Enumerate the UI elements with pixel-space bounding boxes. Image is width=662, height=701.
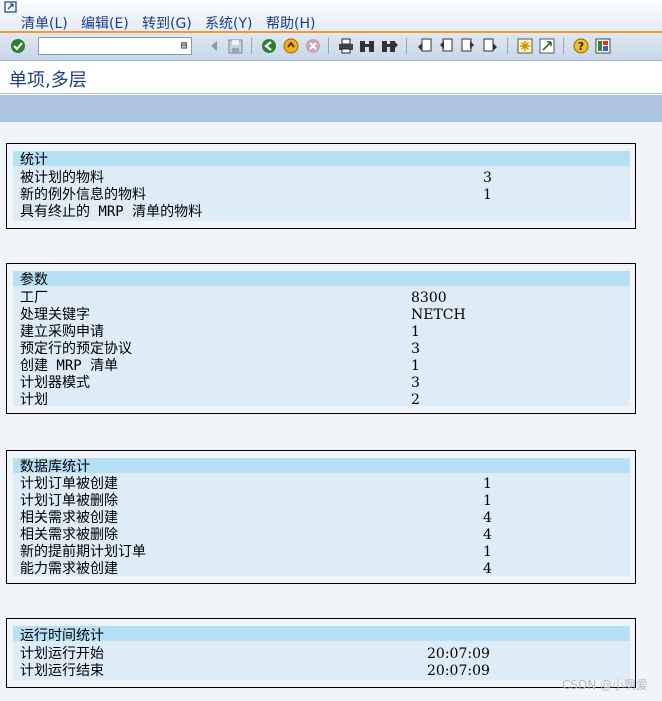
row-value: 4 [483, 527, 492, 543]
previous-page-icon[interactable] [437, 37, 455, 55]
section-heading-bar [13, 626, 630, 641]
row-label: 工厂 [20, 290, 48, 306]
svg-text:?: ? [578, 40, 584, 53]
row-value: 1 [483, 187, 492, 203]
row-value: 1 [411, 358, 420, 374]
app-menu-icon[interactable] [4, 1, 20, 15]
row-label: 新的例外信息的物料 [20, 187, 146, 203]
row-label: 计划运行开始 [20, 646, 104, 662]
section-heading-bar [13, 271, 630, 286]
parameters-panel [13, 271, 630, 406]
toolbar-separator [507, 38, 508, 54]
shortcut-icon[interactable] [538, 37, 556, 55]
menu-system[interactable]: 系统(Y) [205, 13, 252, 33]
row-label: 计划器模式 [20, 375, 90, 391]
row-label: 新的提前期计划订单 [20, 544, 146, 560]
section-title: 数据库统计 [20, 459, 90, 475]
row-value: 1 [483, 493, 492, 509]
find-next-icon[interactable] [381, 37, 399, 55]
section-title: 参数 [20, 272, 48, 288]
row-value: 3 [483, 170, 492, 186]
help-icon[interactable]: ? [572, 37, 590, 55]
find-icon[interactable] [358, 37, 376, 55]
cancel-icon[interactable] [304, 37, 322, 55]
first-page-icon[interactable] [416, 37, 434, 55]
toolbar-separator [328, 38, 329, 54]
row-value: 3 [411, 341, 420, 357]
parameters-section: 参数 工厂 8300 处理关键字 NETCH 建立采购申请 1 预定行的预定协议… [6, 263, 636, 414]
section-title: 运行时间统计 [20, 628, 104, 644]
toolbar-separator [251, 38, 252, 54]
row-label: 预定行的预定协议 [20, 341, 132, 357]
section-heading-bar [13, 458, 630, 473]
application-toolbar [0, 95, 662, 122]
menu-goto[interactable]: 转到(G) [142, 13, 192, 33]
back-icon[interactable] [260, 37, 278, 55]
row-label: 具有终止的 MRP 清单的物料 [20, 204, 203, 220]
row-value: 4 [483, 561, 492, 577]
row-value: 2 [411, 392, 420, 408]
last-page-icon[interactable] [481, 37, 499, 55]
section-heading-bar [13, 151, 630, 166]
runtime-statistics-panel [13, 626, 630, 680]
create-session-icon[interactable] [516, 37, 534, 55]
page-title: 单项,多层 [9, 70, 87, 91]
statistics-section: 统计 被计划的物料 3 新的例外信息的物料 1 具有终止的 MRP 清单的物料 [6, 143, 636, 229]
row-label: 计划 [20, 392, 48, 408]
next-page-icon[interactable] [459, 37, 477, 55]
exit-icon[interactable] [282, 37, 300, 55]
menu-list[interactable]: 清单(L) [21, 13, 68, 33]
enter-check-icon[interactable] [9, 37, 27, 55]
row-value: 1 [483, 544, 492, 560]
row-value: 3 [411, 375, 420, 391]
row-label: 创建 MRP 清单 [20, 358, 119, 374]
title-bar: 单项,多层 [0, 61, 662, 94]
watermark: CSDN @小啊爱 [561, 678, 648, 692]
row-value: NETCH [411, 307, 466, 323]
toolbar-separator [563, 38, 564, 54]
runtime-statistics-section: 运行时间统计 计划运行开始 20:07:09 计划运行结束 20:07:09 [6, 618, 636, 688]
row-label: 计划运行结束 [20, 663, 104, 679]
save-icon[interactable] [226, 37, 244, 55]
row-label: 处理关键字 [20, 307, 90, 323]
menu-help[interactable]: 帮助(H) [266, 13, 315, 33]
toolbar-separator [406, 38, 407, 54]
row-value: 1 [483, 476, 492, 492]
menu-edit[interactable]: 编辑(E) [81, 13, 129, 33]
row-value: 20:07:09 [427, 663, 490, 679]
row-label: 计划订单被创建 [20, 476, 118, 492]
standard-toolbar: ▤ ? [0, 33, 662, 61]
menu-bar: 清单(L) 编辑(E) 转到(G) 系统(Y) 帮助(H) [0, 0, 662, 32]
section-title: 统计 [20, 152, 48, 168]
row-value: 4 [483, 510, 492, 526]
row-value: 1 [411, 324, 420, 340]
database-statistics-section: 数据库统计 计划订单被创建 1 计划订单被删除 1 相关需求被创建 4 相关需求… [6, 450, 636, 584]
command-dropdown-icon[interactable]: ▤ [179, 40, 189, 52]
row-label: 建立采购申请 [20, 324, 104, 340]
row-value: 8300 [411, 290, 447, 306]
row-label: 被计划的物料 [20, 170, 104, 186]
row-label: 相关需求被删除 [20, 527, 118, 543]
print-icon[interactable] [337, 37, 355, 55]
command-input[interactable]: ▤ [38, 37, 192, 55]
row-value: 20:07:09 [427, 646, 490, 662]
back-arrow-icon[interactable] [205, 37, 223, 55]
row-label: 能力需求被创建 [20, 561, 118, 577]
layout-menu-icon[interactable] [594, 37, 612, 55]
row-label: 相关需求被创建 [20, 510, 118, 526]
row-label: 计划订单被删除 [20, 493, 118, 509]
